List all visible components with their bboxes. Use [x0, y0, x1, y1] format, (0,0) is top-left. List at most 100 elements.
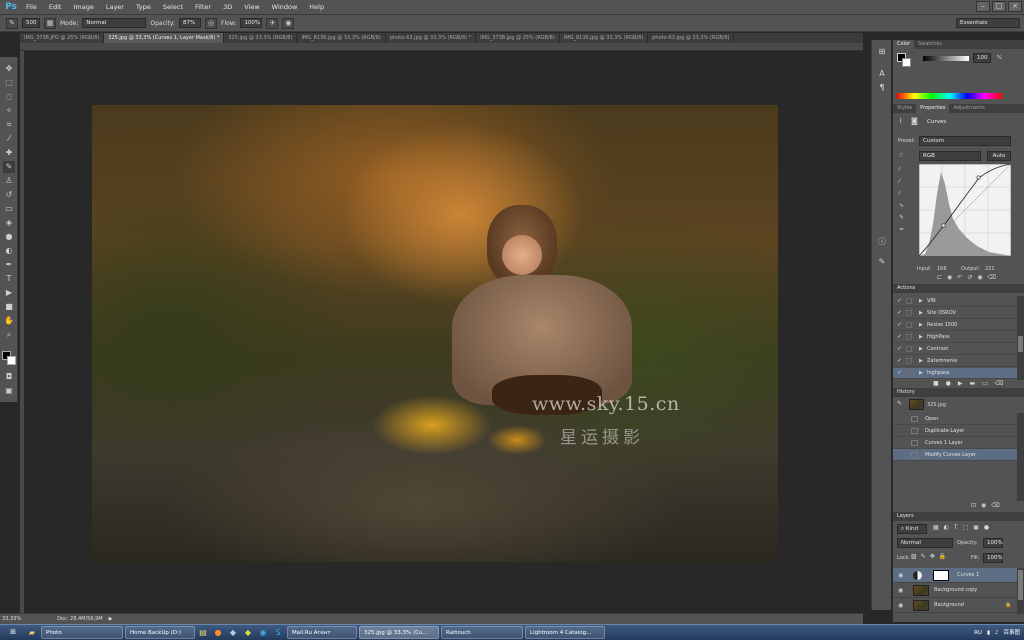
layers-scrollbar[interactable] [1017, 568, 1024, 614]
action-highpass-lower[interactable]: ✓ ▶ highpass [893, 368, 1017, 379]
output-value[interactable]: 221 [985, 266, 995, 272]
tab-img-8136[interactable]: IMG_8136.jpg @ 33,3% (RGB/8) [297, 33, 386, 43]
history-panel-header[interactable]: History [893, 388, 1024, 397]
path-select-tool-icon[interactable]: ▶ [3, 287, 15, 299]
task-home-backup[interactable]: Home BackUp (D:) [125, 626, 195, 639]
task-photo[interactable]: Photo [41, 626, 123, 639]
color-value-input[interactable]: 100 [973, 53, 991, 63]
lock-icons[interactable]: ▨✎✥🔒 [911, 553, 950, 560]
close-button[interactable]: × [1008, 1, 1022, 12]
color-background-swatch[interactable] [902, 58, 911, 67]
history-open[interactable]: Open [893, 413, 1017, 425]
lasso-tool-icon[interactable]: ◌ [3, 91, 15, 103]
language-indicator[interactable]: RU [974, 627, 982, 639]
menu-help[interactable]: Help [303, 0, 330, 15]
maximize-button[interactable]: □ [992, 1, 1006, 12]
hand-tool-icon[interactable]: ✋ [3, 315, 15, 327]
tab-325-curves[interactable]: 325.jpg @ 33,3% (Curves 1, Layer Mask/8)… [104, 33, 225, 43]
actions-scrollbar[interactable] [1017, 296, 1024, 380]
app-icon[interactable]: ◆ [227, 627, 239, 639]
history-footer-icons[interactable]: ⊡◉⌫ [971, 502, 1005, 509]
task-photoshop-doc[interactable]: 325.jpg @ 33,3% (Cu... [359, 626, 439, 639]
color-spectrum[interactable] [897, 93, 1002, 99]
action-site-osrov[interactable]: ✓ ▶ Site OSROV [893, 308, 1017, 319]
brush-panel-icon[interactable]: ▦ [44, 17, 56, 29]
tab-img-3738-b[interactable]: IMG_3738.jpg @ 25% (RGB/8) [476, 33, 560, 43]
mode-select[interactable]: Normal [82, 18, 147, 28]
doc-size[interactable]: Doc: 28,4M/56,9M [57, 616, 103, 622]
layer-curves-1[interactable]: ◉ Curves 1 [893, 568, 1017, 583]
quick-select-tool-icon[interactable]: ✧ [3, 105, 15, 117]
history-curves-layer[interactable]: Curves 1 Layer [893, 437, 1017, 449]
fill-input[interactable]: 100% [983, 553, 1003, 563]
history-brush-tool-icon[interactable]: ↺ [3, 189, 15, 201]
tab-color[interactable]: Color [893, 40, 915, 49]
explorer-icon[interactable]: ▤ [197, 627, 209, 639]
history-icon[interactable]: ⊞ [876, 46, 888, 58]
layer-blend-mode[interactable]: Normal [897, 538, 953, 548]
tab-styles[interactable]: Styles [893, 104, 916, 113]
eraser-tool-icon[interactable]: ▭ [3, 203, 15, 215]
history-snapshot-thumb[interactable] [909, 399, 924, 410]
channel-select[interactable]: RGB [919, 151, 981, 161]
document-photo[interactable]: www.sky.15.cn 星运摄影 [92, 105, 778, 562]
tab-properties[interactable]: Properties [916, 104, 950, 113]
menu-3d[interactable]: 3D [217, 0, 238, 15]
smooth-curve-icon[interactable]: ≈ [899, 226, 904, 233]
tool-presets-icon[interactable]: ✎ [876, 256, 888, 268]
curves-graph[interactable] [919, 164, 1011, 256]
menu-image[interactable]: Image [67, 0, 99, 15]
healing-tool-icon[interactable]: ✚ [3, 147, 15, 159]
menu-layer[interactable]: Layer [100, 0, 130, 15]
clone-stamp-tool-icon[interactable]: ♙ [3, 175, 15, 187]
eyedropper-tool-icon[interactable]: ⁄ [3, 133, 15, 145]
sample-white-eyedropper-icon[interactable]: ⁄ [899, 190, 900, 197]
layer-filter-icons[interactable]: ▦◐T⬚▣● [933, 524, 994, 531]
zoom-level[interactable]: 33,33% [2, 616, 21, 622]
layer-background-copy[interactable]: ◉ Background copy [893, 583, 1017, 598]
tab-img-8136-b[interactable]: IMG_8136.jpg @ 33,3% (RGB/8) [560, 33, 649, 43]
menu-edit[interactable]: Edit [43, 0, 68, 15]
blur-tool-icon[interactable]: ● [3, 231, 15, 243]
sample-gray-eyedropper-icon[interactable]: ⁄ [899, 178, 900, 185]
browser-icon[interactable]: ◉ [257, 627, 269, 639]
airbrush-icon[interactable]: ✈ [266, 17, 279, 29]
quick-mask-icon[interactable]: ◘ [3, 371, 15, 383]
layer-opacity-input[interactable]: 100% [983, 538, 1003, 548]
action-highpass[interactable]: ✓ ▶ HighPass [893, 332, 1017, 343]
menu-file[interactable]: File [20, 0, 43, 15]
minimize-button[interactable]: – [976, 1, 990, 12]
action-vin[interactable]: ✓ ▶ VIN [893, 296, 1017, 307]
input-value[interactable]: 166 [937, 266, 947, 272]
zoom-tool-icon[interactable]: ⌕ [3, 329, 15, 341]
tab-photo-63-modified[interactable]: photo-63.jpg @ 33,3% (RGB/8) * [386, 33, 477, 43]
menu-type[interactable]: Type [130, 0, 157, 15]
action-resize-1500[interactable]: ✓ ▶ Resize 1500 [893, 320, 1017, 331]
paint-bucket-tool-icon[interactable]: ◈ [3, 217, 15, 229]
layers-panel-header[interactable]: Layers [893, 512, 1024, 521]
menu-window[interactable]: Window [266, 0, 304, 15]
task-lightroom[interactable]: Lightroom 4 Catalog... [525, 626, 605, 639]
color-slider[interactable] [923, 56, 969, 61]
brush-tool-icon[interactable]: ✎ [3, 161, 15, 173]
pressure-opacity-icon[interactable]: ◎ [205, 17, 218, 29]
screen-mode-icon[interactable]: ▣ [3, 385, 15, 397]
tab-img-3738[interactable]: IMG_3738.JPG @ 25% (RGB/8) [20, 33, 105, 43]
tab-325-rgb[interactable]: 325.jpg @ 33,3% (RGB/8) [224, 33, 298, 43]
task-rattouch[interactable]: Rattouch [441, 626, 523, 639]
history-snapshot-name[interactable]: 325.jpg [927, 402, 946, 408]
start-button[interactable]: ⊞ [0, 625, 26, 640]
background-color-swatch[interactable] [7, 356, 16, 365]
menu-view[interactable]: View [238, 0, 265, 15]
marquee-tool-icon[interactable]: ⬚ [3, 77, 15, 89]
brush-tool-icon[interactable]: ✎ [6, 17, 18, 29]
history-scrollbar[interactable] [1017, 413, 1024, 501]
skype-icon[interactable]: S [272, 627, 284, 639]
dodge-tool-icon[interactable]: ◐ [3, 245, 15, 257]
flow-input[interactable]: 100% [240, 18, 263, 28]
menu-filter[interactable]: Filter [189, 0, 217, 15]
action-contrast[interactable]: ✓ ▶ Contrast [893, 344, 1017, 355]
curve-point[interactable] [941, 223, 946, 228]
pen-tool-icon[interactable]: ✒ [3, 259, 15, 271]
pressure-size-icon[interactable]: ◉ [282, 17, 295, 29]
